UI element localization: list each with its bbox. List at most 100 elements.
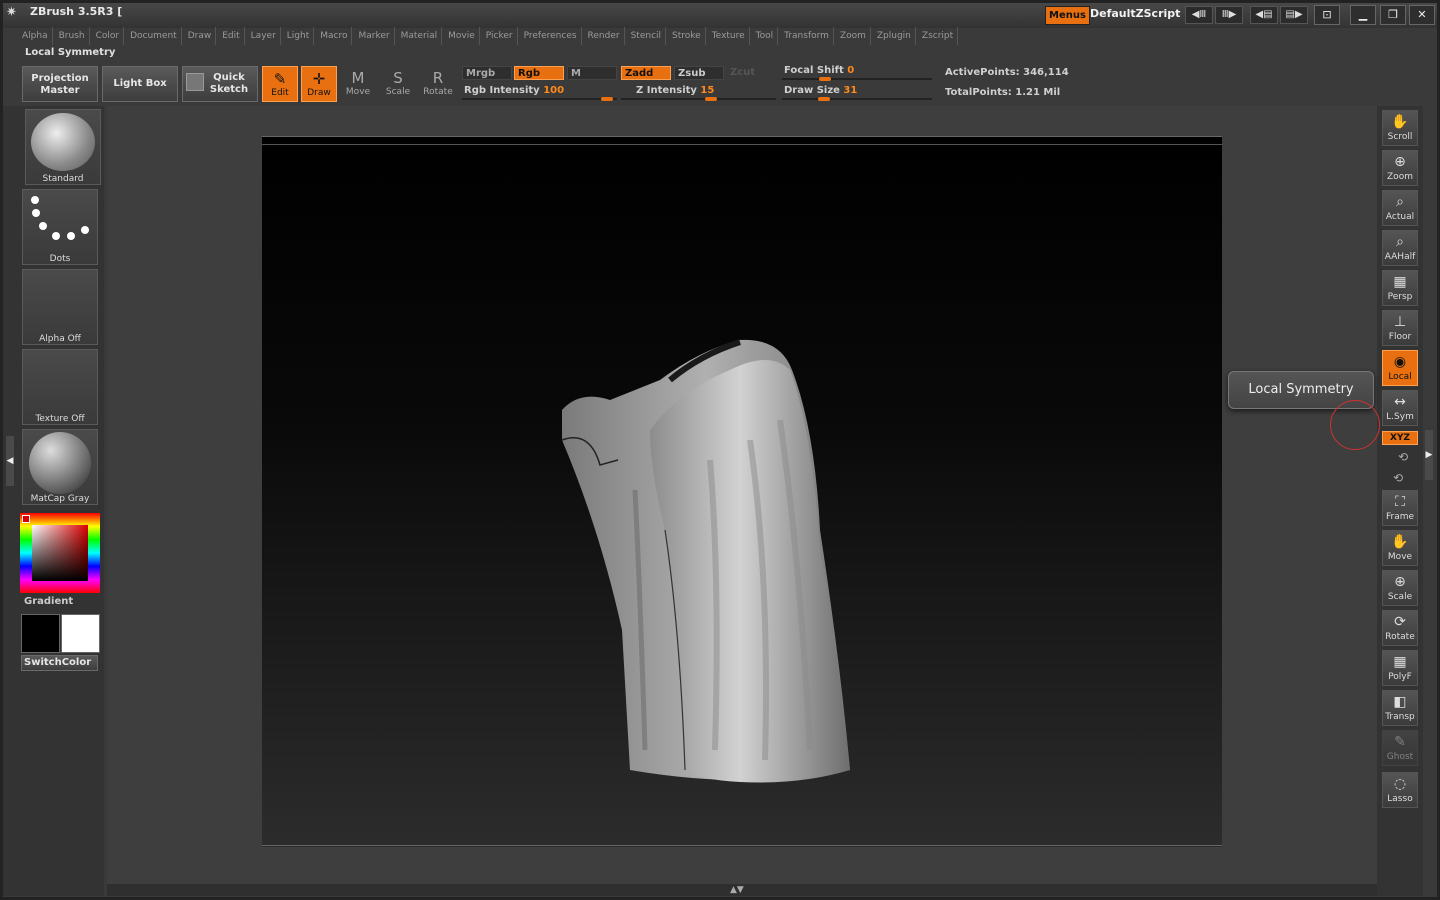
transp-icon: ◧ <box>1393 694 1407 710</box>
draw-mode-button[interactable]: ✛ Draw <box>301 66 337 102</box>
scale-mode-button[interactable]: S Scale <box>380 66 416 102</box>
material-button[interactable]: MatCap Gray <box>22 429 98 505</box>
draw-size-track[interactable] <box>782 98 932 100</box>
focal-shift-track[interactable] <box>782 78 932 80</box>
rotate-button[interactable]: ⟳ Rotate <box>1382 610 1418 646</box>
draw-size-knob[interactable] <box>817 97 830 101</box>
menu-movie[interactable]: Movie <box>444 27 480 45</box>
color-picker[interactable] <box>20 513 100 593</box>
lsym-button[interactable]: ↔ L.Sym <box>1382 390 1418 426</box>
bottom-tray-toggle-icon[interactable]: ▲▼ <box>730 885 744 895</box>
zoom-button[interactable]: ⊕ Zoom <box>1382 150 1418 186</box>
menu-picker[interactable]: Picker <box>482 27 518 45</box>
menu-tool[interactable]: Tool <box>752 27 779 45</box>
rgb-intensity-slider[interactable]: Rgb Intensity 100 <box>464 85 564 96</box>
focal-shift-knob[interactable] <box>819 77 832 81</box>
rgb-intensity-track[interactable] <box>462 98 617 100</box>
transp-button[interactable]: ◧ Transp <box>1382 690 1418 726</box>
edit-mode-button[interactable]: ✎ Edit <box>262 66 298 102</box>
shrink-tray-icon[interactable]: ◀Ⅲ <box>1185 6 1213 24</box>
menu-document[interactable]: Document <box>126 27 182 45</box>
rgb-toggle[interactable]: Rgb <box>514 66 564 80</box>
z-intensity-track[interactable] <box>621 98 776 100</box>
menu-draw[interactable]: Draw <box>184 27 217 45</box>
ghost-button[interactable]: ✎ Ghost <box>1382 730 1418 766</box>
switch-color-button[interactable]: SwitchColor <box>21 655 98 671</box>
m-toggle[interactable]: M <box>567 66 617 80</box>
local-button[interactable]: ◉ Local <box>1382 350 1418 386</box>
gradient-label[interactable]: Gradient <box>24 596 73 607</box>
close-button[interactable]: ✕ <box>1409 5 1435 25</box>
menu-zplugin[interactable]: Zplugin <box>873 27 916 45</box>
rotate-mode-button[interactable]: R Rotate <box>420 66 456 102</box>
minimize-button[interactable]: ▁ <box>1350 5 1376 25</box>
z-intensity-slider[interactable]: Z Intensity 15 <box>636 85 714 96</box>
sculpted-model[interactable] <box>540 330 870 790</box>
right-tray-toggle-icon[interactable]: ▶ <box>1425 430 1433 480</box>
actual-button[interactable]: ⌕ Actual <box>1382 190 1418 226</box>
menu-zoom[interactable]: Zoom <box>836 27 871 45</box>
menu-texture[interactable]: Texture <box>708 27 750 45</box>
scroll-button[interactable]: ✋ Scroll <box>1382 110 1418 146</box>
zsub-toggle[interactable]: Zsub <box>674 66 724 80</box>
move-button[interactable]: ✋ Move <box>1382 530 1418 566</box>
menu-preferences[interactable]: Preferences <box>520 27 582 45</box>
maximize-button[interactable]: ❐ <box>1380 5 1406 25</box>
menu-layer[interactable]: Layer <box>247 27 281 45</box>
z-intensity-knob[interactable] <box>704 97 717 101</box>
menu-stroke[interactable]: Stroke <box>668 27 706 45</box>
zcut-toggle[interactable]: Zcut <box>727 66 777 80</box>
focal-shift-slider[interactable]: Focal Shift 0 <box>784 65 854 76</box>
draw-size-slider[interactable]: Draw Size 31 <box>784 85 857 96</box>
mrgb-toggle[interactable]: Mrgb <box>462 66 512 80</box>
alpha-button[interactable]: Alpha Off <box>22 269 98 345</box>
scale-button[interactable]: ⊕ Scale <box>1382 570 1418 606</box>
tray-button-label: Local <box>1388 372 1412 382</box>
menu-edit[interactable]: Edit <box>218 27 245 45</box>
polyf-button[interactable]: ▦ PolyF <box>1382 650 1418 686</box>
floor-icon: ⊥ <box>1393 314 1407 330</box>
rotate-z-icon[interactable]: ⟲ <box>1393 471 1403 485</box>
secondary-color-swatch[interactable] <box>21 614 60 653</box>
expand-tray-icon[interactable]: Ⅲ▶ <box>1215 6 1243 24</box>
layout-left-icon[interactable]: ◀▤ <box>1250 6 1278 24</box>
menu-alpha[interactable]: Alpha <box>18 27 53 45</box>
menus-toggle-button[interactable]: Menus <box>1045 6 1090 25</box>
lock-icon[interactable]: ⊡ <box>1314 5 1340 25</box>
move-mode-button[interactable]: M Move <box>340 66 376 102</box>
standard-brush-icon <box>31 113 95 171</box>
menu-color[interactable]: Color <box>92 27 125 45</box>
menu-material[interactable]: Material <box>397 27 443 45</box>
menu-zscript[interactable]: Zscript <box>918 27 959 45</box>
zadd-toggle[interactable]: Zadd <box>621 66 671 80</box>
app-title: ZBrush 3.5R3 [ <box>30 5 123 18</box>
menu-stencil[interactable]: Stencil <box>627 27 667 45</box>
left-tray-toggle-icon[interactable]: ◀ <box>6 436 14 486</box>
menu-brush[interactable]: Brush <box>55 27 90 45</box>
color-square[interactable] <box>32 525 88 581</box>
tray-button-label: Scroll <box>1387 132 1413 142</box>
persp-button[interactable]: ▦ Persp <box>1382 270 1418 306</box>
tray-button-label: L.Sym <box>1386 412 1414 422</box>
projection-master-button[interactable]: Projection Master <box>22 66 98 102</box>
light-box-button[interactable]: Light Box <box>102 66 178 102</box>
main-color-swatch[interactable] <box>61 614 100 653</box>
menu-transform[interactable]: Transform <box>780 27 834 45</box>
aahalf-button[interactable]: ⌕ AAHalf <box>1382 230 1418 266</box>
menu-light[interactable]: Light <box>283 27 315 45</box>
zscript-name[interactable]: DefaultZScript <box>1090 7 1180 20</box>
floor-button[interactable]: ⊥ Floor <box>1382 310 1418 346</box>
stroke-button[interactable]: Dots <box>22 189 98 265</box>
menu-macro[interactable]: Macro <box>316 27 353 45</box>
rgb-intensity-knob[interactable] <box>600 97 613 101</box>
frame-button[interactable]: ⛶ Frame <box>1382 490 1418 526</box>
layout-right-icon[interactable]: ▤▶ <box>1280 6 1308 24</box>
xyz-symmetry-toggle[interactable]: XYZ <box>1382 431 1418 445</box>
texture-button[interactable]: Texture Off <box>22 349 98 425</box>
lasso-button[interactable]: ◌ Lasso <box>1382 772 1418 808</box>
brush-button[interactable]: Standard <box>25 109 101 185</box>
menu-render[interactable]: Render <box>584 27 625 45</box>
rotate-y-icon[interactable]: ⟲ <box>1398 450 1408 464</box>
move-icon: ✋ <box>1391 534 1409 550</box>
menu-marker[interactable]: Marker <box>354 27 395 45</box>
